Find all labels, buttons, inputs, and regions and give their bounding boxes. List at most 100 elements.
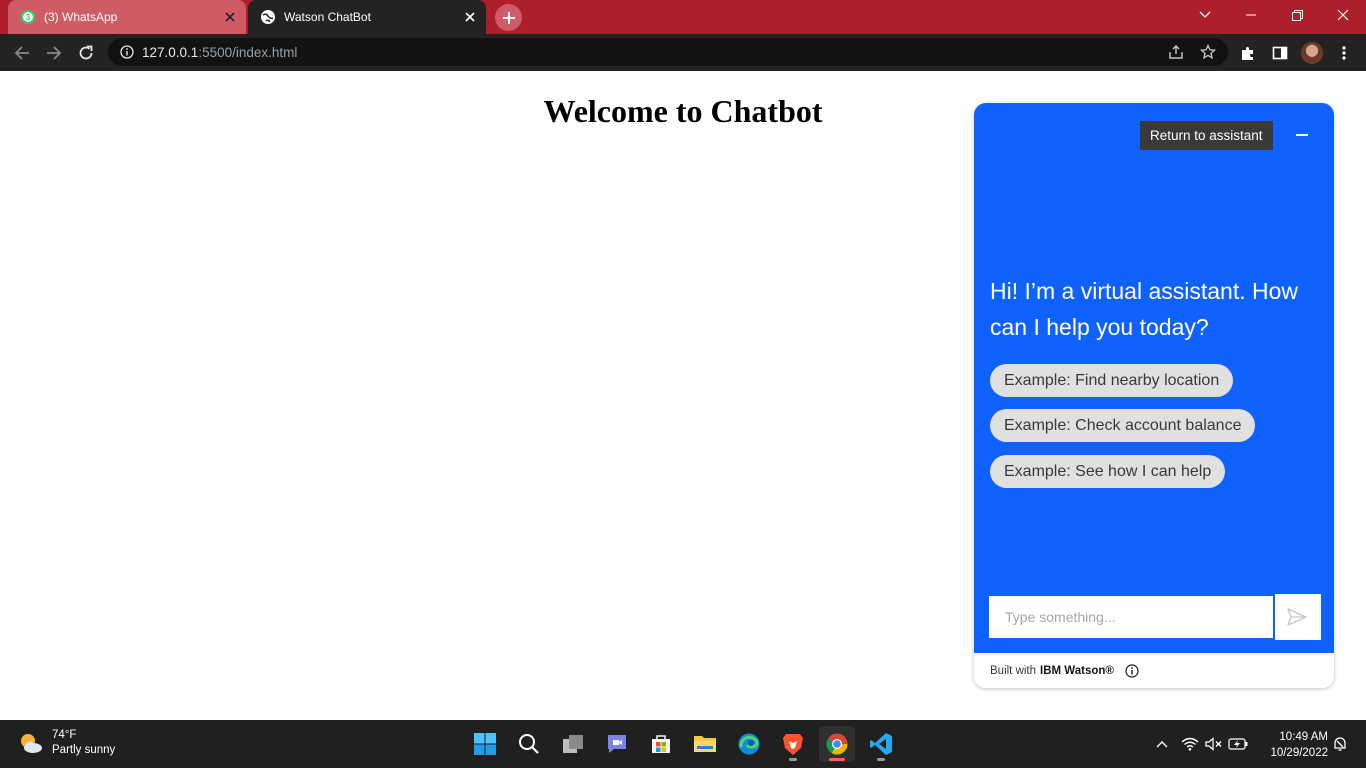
info-icon[interactable] bbox=[1124, 663, 1140, 679]
suggestion-chip[interactable]: Example: Find nearby location bbox=[990, 364, 1234, 397]
chat-message-input[interactable] bbox=[987, 594, 1275, 640]
restore-window-button[interactable] bbox=[1274, 0, 1320, 30]
running-indicator bbox=[829, 758, 845, 761]
weather-description: Partly sunny bbox=[52, 744, 116, 756]
chrome-icon bbox=[826, 733, 848, 755]
brave-icon bbox=[783, 734, 803, 755]
profile-button[interactable] bbox=[1298, 39, 1326, 67]
chat-input-area bbox=[987, 594, 1321, 640]
show-hidden-icons-button[interactable] bbox=[1151, 732, 1173, 756]
weather-widget[interactable]: 74°F Partly sunny bbox=[18, 728, 115, 758]
tab-title: Watson ChatBot bbox=[284, 10, 371, 24]
taskbar-search-button[interactable] bbox=[511, 726, 547, 762]
footer-brand: IBM Watson® bbox=[1040, 664, 1114, 677]
side-panel-button[interactable] bbox=[1266, 39, 1294, 67]
bookmark-button[interactable] bbox=[1194, 38, 1222, 66]
tab-watson-chatbot[interactable]: Watson ChatBot bbox=[248, 0, 486, 34]
close-tab-icon[interactable] bbox=[222, 9, 238, 25]
globe-icon bbox=[260, 9, 276, 25]
chevron-down-icon bbox=[1199, 11, 1211, 18]
browser-menu-button[interactable] bbox=[1330, 39, 1358, 67]
arrow-left-icon bbox=[14, 46, 29, 60]
footer-prefix: Built with bbox=[990, 664, 1037, 677]
extensions-button[interactable] bbox=[1234, 39, 1262, 67]
running-indicator bbox=[789, 758, 797, 761]
send-icon bbox=[1287, 608, 1307, 626]
browser-toolbar: 127.0.0.1:5500/index.html bbox=[0, 34, 1366, 71]
vscode-button[interactable] bbox=[863, 726, 899, 762]
battery-status[interactable] bbox=[1227, 732, 1249, 756]
store-icon bbox=[652, 735, 670, 753]
windows-start-icon bbox=[474, 733, 496, 755]
brave-button[interactable] bbox=[775, 726, 811, 762]
weather-temperature: 74°F bbox=[52, 729, 77, 741]
volume-status[interactable] bbox=[1203, 732, 1225, 756]
volume-muted-icon bbox=[1205, 737, 1222, 751]
windows-taskbar: 74°F Partly sunny 10:49 AM 10/29/2022 bbox=[0, 720, 1366, 768]
back-button[interactable] bbox=[8, 39, 36, 67]
tab-strip: 3 (3) WhatsApp Watson ChatBot bbox=[0, 0, 1366, 34]
start-button[interactable] bbox=[467, 726, 503, 762]
plus-icon bbox=[502, 11, 515, 24]
wifi-icon bbox=[1181, 737, 1199, 751]
tab-whatsapp[interactable]: 3 (3) WhatsApp bbox=[8, 0, 246, 34]
star-icon bbox=[1200, 44, 1216, 60]
close-window-button[interactable] bbox=[1320, 0, 1366, 30]
chat-greeting: Hi! I’m a virtual assistant. How can I h… bbox=[990, 278, 1299, 340]
chat-widget: Return to assistant Hi! I’m a virtual as… bbox=[974, 103, 1334, 688]
reload-icon bbox=[79, 45, 93, 60]
suggestion-chip[interactable]: Example: Check account balance bbox=[990, 409, 1256, 442]
minimize-icon bbox=[1296, 134, 1308, 136]
forward-button[interactable] bbox=[40, 39, 68, 67]
minimize-chat-button[interactable] bbox=[1290, 121, 1314, 149]
chat-body: Return to assistant Hi! I’m a virtual as… bbox=[974, 103, 1334, 653]
file-explorer-icon bbox=[694, 736, 716, 752]
arrow-right-icon bbox=[47, 46, 62, 60]
edge-button[interactable] bbox=[731, 726, 767, 762]
more-vertical-icon bbox=[1342, 46, 1346, 60]
tab-search-button[interactable] bbox=[1182, 0, 1228, 30]
wifi-status[interactable] bbox=[1179, 732, 1201, 756]
share-icon bbox=[1169, 45, 1183, 59]
return-to-assistant-button[interactable]: Return to assistant bbox=[1140, 121, 1273, 150]
page-content: Welcome to Chatbot Return to assistant H… bbox=[0, 71, 1366, 720]
vscode-icon bbox=[870, 733, 892, 755]
task-view-button[interactable] bbox=[555, 726, 591, 762]
edge-icon bbox=[738, 733, 760, 755]
share-button[interactable] bbox=[1162, 38, 1190, 66]
url-path: :5500/index.html bbox=[198, 44, 298, 60]
chat-icon bbox=[608, 735, 626, 753]
search-icon bbox=[519, 734, 539, 754]
send-button[interactable] bbox=[1283, 603, 1311, 631]
minimize-window-button[interactable] bbox=[1228, 0, 1274, 30]
close-tab-icon[interactable] bbox=[462, 9, 478, 25]
url-text: 127.0.0.1:5500/index.html bbox=[142, 45, 297, 60]
address-bar[interactable]: 127.0.0.1:5500/index.html bbox=[108, 38, 1228, 66]
microsoft-store-button[interactable] bbox=[643, 726, 679, 762]
partly-sunny-icon bbox=[21, 734, 42, 753]
chat-footer: Built with IBM Watson® bbox=[974, 653, 1334, 688]
whatsapp-badge: 3 bbox=[26, 13, 31, 22]
close-icon bbox=[1337, 9, 1349, 21]
whatsapp-icon: 3 bbox=[20, 9, 36, 25]
site-info-icon[interactable] bbox=[120, 45, 134, 59]
battery-charging-icon bbox=[1228, 738, 1248, 750]
teams-chat-button[interactable] bbox=[599, 726, 635, 762]
clock-time: 10:49 AM bbox=[1279, 731, 1328, 743]
system-clock[interactable]: 10:49 AM 10/29/2022 bbox=[1256, 729, 1328, 761]
tab-title: (3) WhatsApp bbox=[44, 10, 118, 24]
file-explorer-button[interactable] bbox=[687, 726, 723, 762]
notification-center-button[interactable] bbox=[1329, 732, 1351, 756]
task-view-icon bbox=[563, 735, 583, 753]
suggestion-chip[interactable]: Example: See how I can help bbox=[990, 455, 1226, 488]
url-host: 127.0.0.1 bbox=[142, 44, 199, 60]
chrome-button[interactable] bbox=[819, 726, 855, 762]
notification-icon bbox=[1334, 737, 1346, 751]
reload-button[interactable] bbox=[72, 39, 100, 67]
new-tab-button[interactable] bbox=[495, 4, 522, 31]
side-panel-icon bbox=[1272, 46, 1288, 60]
chevron-up-icon bbox=[1156, 741, 1168, 748]
avatar bbox=[1301, 42, 1323, 64]
minimize-icon bbox=[1246, 14, 1256, 16]
restore-icon bbox=[1291, 9, 1303, 21]
